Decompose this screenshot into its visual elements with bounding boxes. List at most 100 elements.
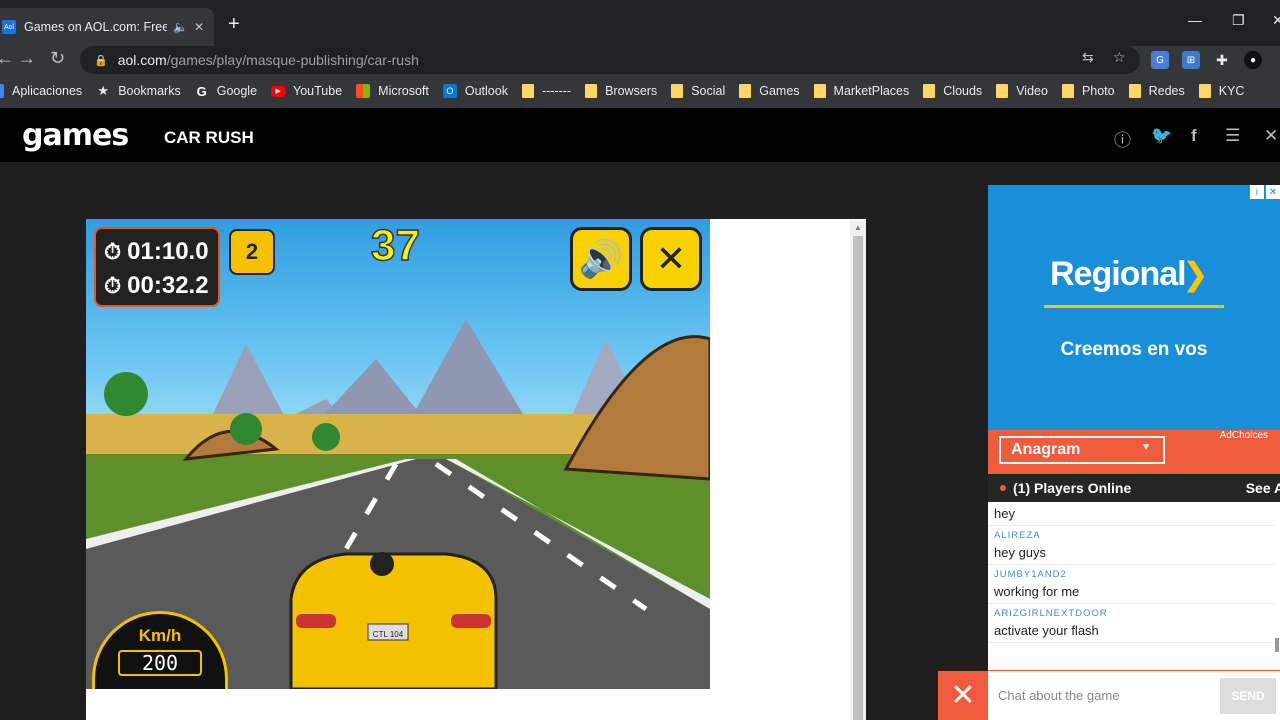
scroll-up-icon[interactable]: ▲	[854, 223, 862, 232]
games-logo[interactable]: games	[22, 118, 129, 153]
room-selected: Anagram	[1011, 441, 1081, 458]
game-title: CAR RUSH	[164, 128, 254, 147]
bookmark-label: Bookmarks	[118, 84, 181, 98]
translate-icon[interactable]: ⇆	[1082, 49, 1094, 66]
address-bar[interactable]: 🔒 aol.com/games/play/masque-publishing/c…	[80, 46, 1140, 74]
close-icon: ✕	[655, 238, 687, 279]
bookmark-google[interactable]: G Google	[195, 83, 257, 99]
chat-message: JUMBY1AND2 working for me	[988, 565, 1274, 604]
room-select[interactable]: Anagram ▼	[999, 436, 1165, 464]
stopwatch-icon: ⏱	[104, 239, 122, 264]
close-tab-icon[interactable]: ✕	[194, 20, 204, 34]
folder-icon	[739, 84, 752, 98]
message-text: hey guys	[994, 545, 1047, 560]
palm-tree	[230, 413, 262, 445]
bookmark-label: Microsoft	[378, 84, 429, 98]
ad-close-icon[interactable]: ✕	[1266, 185, 1280, 199]
folder-icon	[671, 84, 684, 98]
scrollbar-thumb[interactable]	[1275, 638, 1279, 652]
license-plate-text: CTL 104	[373, 630, 404, 639]
players-online-bar: (1) Players Online See Al	[988, 474, 1280, 502]
game-scrollbar[interactable]: ▲	[850, 220, 866, 720]
restore-icon[interactable]: ❐	[1232, 12, 1245, 29]
close-window-icon[interactable]: ✕	[1272, 12, 1280, 29]
sound-toggle-button[interactable]: 🔊	[570, 227, 632, 291]
bookmark-label: Outlook	[464, 84, 508, 98]
browser-tab[interactable]: Aol Games on AOL.com: Free onl 🔈 ✕	[0, 8, 214, 46]
bookmark-folder-games[interactable]: Games	[739, 84, 800, 98]
bookmark-folder-redes[interactable]: Redes	[1128, 84, 1185, 98]
profile-avatar-icon[interactable]: ●	[1244, 51, 1262, 69]
speed-unit: Km/h	[138, 626, 182, 645]
bookmark-microsoft[interactable]: Microsoft	[356, 84, 429, 98]
forward-icon[interactable]: →	[18, 48, 36, 69]
list-icon[interactable]: ☰	[1225, 126, 1240, 146]
bookmark-folder-social[interactable]: Social	[671, 84, 725, 98]
chevron-down-icon: ▼	[1141, 442, 1151, 453]
bookmark-bookmarks[interactable]: ★ Bookmarks	[96, 83, 181, 98]
bookmark-youtube[interactable]: ▶ YouTube	[271, 84, 342, 98]
play-arrow-icon: ❯	[1182, 256, 1209, 292]
bookmark-label: Browsers	[605, 84, 658, 98]
scrollbar-thumb[interactable]	[853, 236, 863, 720]
web-extension-icon[interactable]: ⊞	[1182, 51, 1200, 69]
quit-game-button[interactable]: ✕	[640, 227, 702, 291]
bookmarks-bar: Aplicaciones ★ Bookmarks G Google ▶ YouTube…	[0, 74, 1280, 108]
message-user: ALIREZA	[994, 530, 1041, 541]
message-user: ARIZGIRLNEXTDOOR	[994, 608, 1108, 619]
info-icon[interactable]: ⓘ	[1114, 126, 1131, 151]
ad-tagline: Creemos en vos	[1060, 339, 1208, 360]
advertisement[interactable]: Regional ❯ Creemos en vos i ✕	[988, 185, 1280, 430]
lock-icon: 🔒	[94, 54, 108, 67]
players-online-label: (1) Players Online	[1013, 480, 1132, 496]
reload-icon[interactable]: ↻	[50, 48, 65, 69]
bookmark-apps[interactable]: Aplicaciones	[0, 84, 82, 98]
bookmark-folder-clouds[interactable]: Clouds	[923, 84, 982, 98]
bookmark-star-icon[interactable]: ☆	[1113, 49, 1126, 66]
folder-icon	[1061, 84, 1074, 98]
minimize-icon[interactable]: —	[1188, 12, 1202, 28]
send-button[interactable]: SEND	[1220, 678, 1276, 714]
message-text: working for me	[994, 584, 1080, 599]
tab-title: Games on AOL.com: Free onl	[24, 20, 167, 34]
folder-icon	[923, 84, 936, 98]
facebook-icon[interactable]: f	[1191, 126, 1197, 146]
extensions-puzzle-icon[interactable]: ✚	[1213, 51, 1231, 69]
folder-icon	[1198, 84, 1211, 98]
bookmark-folder-video[interactable]: Video	[996, 84, 1048, 98]
ad-underline	[1044, 305, 1224, 308]
bookmark-folder[interactable]: -------	[521, 84, 571, 98]
new-tab-icon[interactable]: +	[228, 13, 240, 36]
bookmark-folder-kyc[interactable]: KYC	[1198, 84, 1244, 98]
bookmark-label: Games	[759, 84, 800, 98]
close-icon[interactable]: ✕	[1264, 126, 1278, 146]
total-time: 01:10.0	[127, 238, 209, 265]
message-text: activate your flash	[994, 623, 1099, 638]
bookmark-folder-marketplaces[interactable]: MarketPlaces	[813, 84, 909, 98]
speaker-icon[interactable]: 🔈	[173, 20, 188, 34]
bookmark-outlook[interactable]: O Outlook	[442, 84, 508, 98]
message-user: JUMBY1AND2	[994, 569, 1067, 580]
adchoices-label[interactable]: AdChoices	[1220, 430, 1268, 441]
tab-strip: Aol Games on AOL.com: Free onl 🔈 ✕ + — ❐…	[0, 0, 1280, 46]
game-canvas[interactable]: CTL 104 ⏱ 01:10.0 ⏱ 00:32.2 2 37 🔊 ✕ Km/h …	[86, 219, 710, 689]
see-all-link[interactable]: See Al	[1246, 480, 1280, 496]
back-icon[interactable]: ←	[0, 48, 14, 69]
chat-input[interactable]	[988, 671, 1218, 720]
folder-icon	[996, 84, 1009, 98]
bookmark-label: Clouds	[943, 84, 983, 98]
speaker-icon: 🔊	[578, 238, 624, 279]
bookmark-folder-browsers[interactable]: Browsers	[585, 84, 657, 98]
close-chat-button[interactable]: ✕	[938, 671, 988, 720]
ad-info-icon[interactable]: i	[1250, 185, 1264, 199]
palm-tree	[104, 372, 148, 416]
lap-time: 00:32.2	[127, 272, 209, 299]
aol-favicon-icon: Aol	[2, 20, 16, 34]
chat-scrollbar[interactable]	[1274, 502, 1280, 670]
bookmark-label: Video	[1016, 84, 1048, 98]
translate-extension-icon[interactable]: G	[1151, 51, 1169, 69]
bookmark-label: Redes	[1148, 84, 1185, 98]
google-icon: G	[196, 83, 207, 99]
bookmark-folder-photo[interactable]: Photo	[1061, 84, 1115, 98]
twitter-icon[interactable]: 🐦	[1151, 126, 1172, 146]
